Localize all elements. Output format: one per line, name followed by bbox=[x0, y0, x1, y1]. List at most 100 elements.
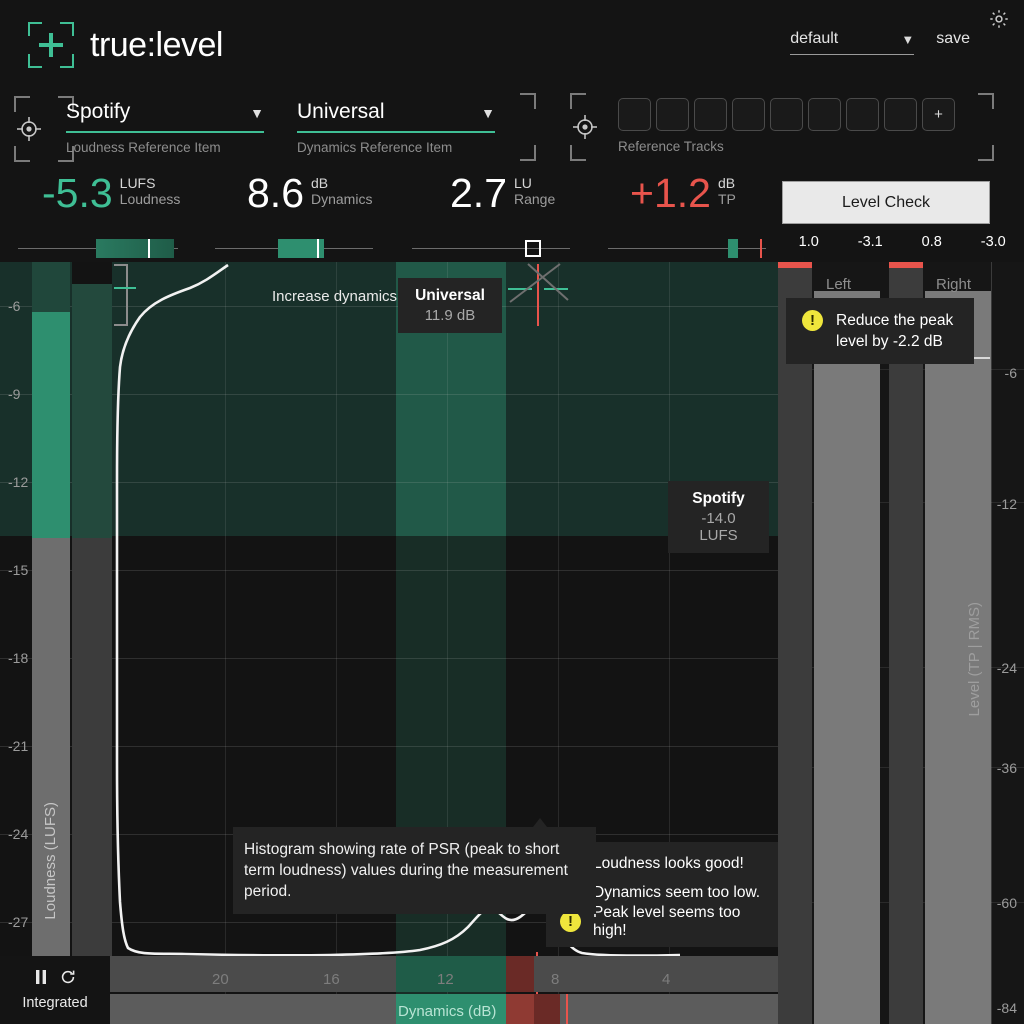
peak-value-left-tp: 1.0 bbox=[798, 234, 819, 250]
increase-dynamics-hint: Increase dynamics bbox=[272, 288, 398, 305]
transport-mode-label: Integrated bbox=[22, 995, 88, 1011]
metric-true-peak: +1.2 dB TP bbox=[630, 172, 736, 214]
warning-icon: ! bbox=[560, 911, 581, 932]
x-axis-over-highlight bbox=[506, 956, 534, 992]
reference-track-slot[interactable] bbox=[808, 98, 841, 131]
meter-tick: -24 bbox=[996, 660, 1017, 676]
header-bar: true:level default ▼ save bbox=[0, 0, 1024, 90]
brand-logo: true:level bbox=[28, 22, 223, 68]
histogram-tooltip-overlay: Histogram showing rate of PSR (peak to s… bbox=[233, 827, 596, 914]
chevron-down-icon: ▼ bbox=[901, 32, 915, 47]
reference-track-slot[interactable] bbox=[656, 98, 689, 131]
reference-tracks-label: Reference Tracks bbox=[618, 139, 724, 154]
loudness-dynamics-chart[interactable]: -6 -9 -12 -15 -18 -21 -24 -27 Loudness (… bbox=[0, 262, 778, 1024]
scrollbar-peak-marker bbox=[566, 994, 568, 1024]
universal-tooltip: Universal 11.9 dB bbox=[398, 278, 502, 333]
x-tick: 16 bbox=[323, 971, 340, 988]
pause-icon[interactable] bbox=[34, 969, 48, 990]
x-tick: 4 bbox=[662, 971, 671, 988]
peak-values-row: 1.0 -3.1 0.8 -3.0 bbox=[778, 234, 1024, 250]
preset-value: default bbox=[790, 30, 839, 47]
loudness-reference-dropdown[interactable]: Spotify ▼ Loudness Reference Item bbox=[66, 100, 264, 155]
spotify-tooltip-value: -14.0 LUFS bbox=[699, 510, 738, 544]
metric-range: 2.7 LU Range bbox=[450, 172, 555, 214]
loudness-name: Loudness bbox=[119, 191, 181, 207]
target-icon[interactable] bbox=[569, 111, 601, 143]
dynamics-reference-value: Universal bbox=[297, 100, 385, 123]
left-rms-meter bbox=[814, 291, 880, 1024]
left-tp-meter bbox=[778, 268, 812, 1024]
loudness-value: -5.3 bbox=[42, 170, 113, 216]
scrollbar-over-highlight-2 bbox=[534, 994, 560, 1024]
reference-row: Spotify ▼ Loudness Reference Item Univer… bbox=[0, 88, 1024, 208]
preset-dropdown[interactable]: default ▼ bbox=[790, 30, 915, 55]
reference-tracks: + Reference Tracks bbox=[618, 98, 955, 154]
status-text: Loudness looks good! bbox=[593, 854, 744, 872]
x-tick: 20 bbox=[212, 971, 229, 988]
reference-track-slot[interactable] bbox=[694, 98, 727, 131]
right-tp-meter bbox=[889, 268, 923, 1024]
chevron-down-icon: ▼ bbox=[250, 105, 264, 121]
warning-icon: ! bbox=[802, 310, 823, 331]
right-channel-label: Right bbox=[936, 276, 972, 293]
peak-warning-text: Reduce the peak level by -2.2 dB bbox=[836, 312, 954, 350]
dynamics-unit: dB bbox=[311, 175, 329, 191]
meter-tick: -12 bbox=[996, 496, 1017, 512]
dynamics-ref-bracket bbox=[512, 93, 536, 161]
true-peak-name: TP bbox=[717, 191, 736, 207]
peak-value-right-tp: 0.8 bbox=[921, 234, 942, 250]
loudness-slider[interactable] bbox=[18, 237, 178, 259]
add-reference-track-button[interactable]: + bbox=[922, 98, 955, 131]
reset-icon[interactable] bbox=[60, 969, 76, 990]
meter-axis-label: Level (TP | RMS) bbox=[966, 602, 983, 717]
target-icon[interactable] bbox=[13, 113, 45, 145]
meter-tick: -6 bbox=[1004, 365, 1017, 381]
reference-track-slot[interactable] bbox=[884, 98, 917, 131]
transport-controls: Integrated bbox=[0, 956, 110, 1024]
meter-tick: -60 bbox=[996, 895, 1017, 911]
range-name: Range bbox=[514, 191, 556, 207]
plugin-window: true:level default ▼ save Spotify ▼ Loud… bbox=[0, 0, 1024, 1024]
true-peak-slider[interactable] bbox=[608, 237, 766, 259]
dynamics-value: 8.6 bbox=[247, 170, 304, 216]
chevron-down-icon: ▼ bbox=[481, 105, 495, 121]
reference-track-slot[interactable] bbox=[732, 98, 765, 131]
metric-loudness: -5.3 LUFS Loudness bbox=[42, 172, 180, 214]
level-check-button[interactable]: Level Check bbox=[782, 181, 990, 224]
spotify-tooltip: Spotify -14.0 LUFS bbox=[668, 481, 769, 553]
loudness-reference-label: Loudness Reference Item bbox=[66, 140, 221, 155]
range-value: 2.7 bbox=[450, 170, 507, 216]
gear-icon[interactable] bbox=[988, 8, 1010, 30]
save-button[interactable]: save bbox=[936, 30, 970, 48]
x-tick: 12 bbox=[437, 971, 454, 988]
peak-value-left-rms: -3.1 bbox=[857, 234, 883, 250]
true-peak-unit: dB bbox=[717, 175, 736, 191]
metrics-row: -5.3 LUFS Loudness 8.6 dB Dynamics 2.7 L… bbox=[0, 172, 778, 260]
metric-dynamics: 8.6 dB Dynamics bbox=[247, 172, 372, 214]
universal-tooltip-value: 11.9 dB bbox=[424, 307, 476, 324]
dynamics-name: Dynamics bbox=[311, 191, 373, 207]
tooltip-arrow bbox=[533, 818, 547, 827]
true-peak-value: +1.2 bbox=[630, 170, 711, 216]
brand-name: true:level bbox=[90, 25, 223, 64]
loudness-unit: LUFS bbox=[119, 175, 156, 191]
spotify-tooltip-title: Spotify bbox=[692, 490, 745, 507]
loudness-reference-value: Spotify bbox=[66, 100, 131, 123]
left-channel-label: Left bbox=[826, 276, 852, 293]
range-slider[interactable] bbox=[412, 237, 570, 259]
dynamics-slider[interactable] bbox=[215, 237, 373, 259]
dynamics-reference-dropdown[interactable]: Universal ▼ Dynamics Reference Item bbox=[297, 100, 495, 155]
status-text: Peak level seems too high! bbox=[593, 903, 741, 939]
meter-tick: -84 bbox=[996, 1000, 1017, 1016]
reference-track-slots: + bbox=[618, 98, 955, 131]
reference-track-slot[interactable] bbox=[618, 98, 651, 131]
peak-value-right-rms: -3.0 bbox=[980, 234, 1006, 250]
crosshair-plus-icon bbox=[28, 22, 74, 68]
meter-tick: -36 bbox=[996, 760, 1017, 776]
dynamics-reference-label: Dynamics Reference Item bbox=[297, 140, 453, 155]
universal-tooltip-title: Universal bbox=[415, 287, 485, 304]
range-unit: LU bbox=[514, 175, 532, 191]
x-tick: 8 bbox=[551, 971, 560, 988]
reference-track-slot[interactable] bbox=[846, 98, 879, 131]
reference-track-slot[interactable] bbox=[770, 98, 803, 131]
